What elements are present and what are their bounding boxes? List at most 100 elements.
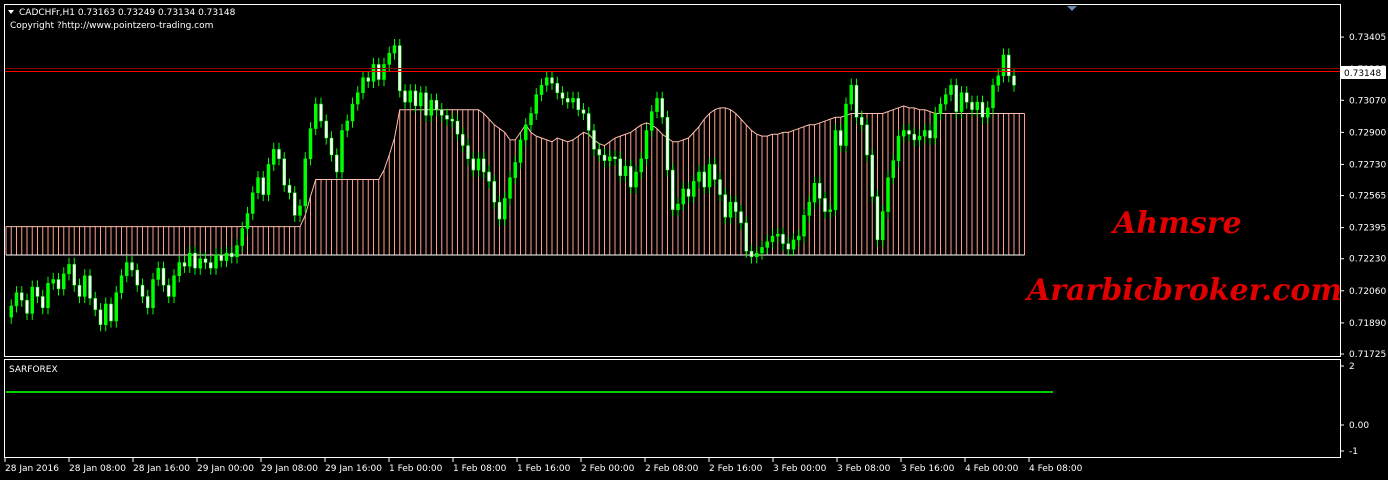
x-tick-label: 28 Jan 2016 [5, 464, 59, 474]
x-tick-label: 29 Jan 00:00 [197, 464, 254, 474]
candle-body [933, 113, 937, 139]
candle-body [419, 92, 423, 107]
candle-body [298, 205, 302, 216]
candle-body [188, 252, 192, 267]
candle-body [450, 118, 454, 122]
x-tick-label: 4 Feb 08:00 [1029, 464, 1083, 474]
candle-body [917, 135, 922, 141]
candle-body [576, 98, 580, 110]
candle-body [182, 262, 187, 267]
candle-body [508, 177, 512, 199]
candle-body [172, 275, 176, 297]
y-tick-label: 0.71725 [1349, 350, 1386, 360]
candle-body [781, 233, 785, 244]
candle-body [104, 303, 108, 326]
candle-body [797, 235, 801, 241]
indicator-axis: 2 0.00 -1 [1340, 362, 1369, 457]
y-tick-label: 0.72230 [1349, 255, 1386, 265]
candle-body [860, 117, 864, 126]
candle-body [497, 201, 502, 220]
candle-body [282, 158, 286, 186]
candle-body [618, 158, 622, 176]
x-tick-label: 1 Feb 08:00 [453, 464, 507, 474]
candle-body [371, 64, 376, 82]
current-price-label: 0.73148 [1344, 69, 1381, 79]
dropdown-triangle-icon[interactable] [8, 10, 14, 14]
candle-body [455, 120, 460, 135]
candle-body [140, 284, 145, 297]
x-tick-label: 2 Feb 08:00 [645, 464, 699, 474]
copyright-line: Copyright ?http://www.pointzero-trading.… [10, 21, 213, 31]
candle-body [634, 171, 638, 188]
candle-body [293, 192, 297, 216]
candle-body [854, 84, 859, 118]
candle-body [434, 100, 439, 110]
candle-body [639, 158, 643, 173]
candle-body [959, 92, 964, 112]
candle-body [802, 215, 806, 237]
chart-canvas: CADCHFr,H1 0.73163 0.73249 0.73134 0.731… [4, 4, 1386, 474]
candle-body [818, 183, 822, 199]
candle-body [844, 103, 848, 146]
candles [9, 38, 1016, 332]
candle-body [219, 254, 223, 261]
candle-body [592, 130, 596, 150]
candle-body [587, 113, 591, 131]
x-tick-label: 3 Feb 08:00 [837, 464, 891, 474]
x-tick-label: 28 Jan 16:00 [133, 464, 190, 474]
y-tick-label: 0.71890 [1349, 319, 1386, 329]
x-axis: 28 Jan 2016 28 Jan 08:00 28 Jan 16:00 29 Ja… [4, 458, 1083, 474]
candle-body [891, 160, 895, 178]
candle-body [466, 145, 470, 160]
candle-body [461, 133, 465, 146]
candle-body [849, 84, 853, 105]
candle-body [765, 241, 769, 248]
candle-body [744, 222, 748, 252]
candle-body [146, 296, 150, 309]
candle-body [665, 117, 670, 171]
candle-body [776, 233, 780, 237]
candle-body [98, 309, 103, 326]
candle-body [938, 103, 943, 114]
candle-body [408, 90, 412, 103]
candle-body [303, 158, 307, 207]
x-tick-label: 28 Jan 08:00 [69, 464, 126, 474]
candle-body [839, 130, 843, 146]
candle-body [392, 45, 397, 54]
indicator-plot-frame [4, 359, 1341, 458]
candle-body [539, 84, 544, 95]
candle-body [366, 77, 370, 82]
candle-body [597, 149, 601, 156]
candle-body [907, 130, 911, 135]
candle-body [608, 156, 612, 161]
candle-body [308, 128, 313, 160]
x-tick-label: 2 Feb 00:00 [581, 464, 635, 474]
candle-body [492, 181, 496, 203]
candle-body [970, 101, 974, 110]
candle-body [335, 154, 339, 173]
candle-body [812, 183, 817, 203]
candle-body [870, 154, 874, 197]
candle-body [923, 130, 927, 137]
candle-body [503, 198, 507, 220]
candle-body [965, 92, 969, 103]
candle-body [912, 133, 916, 141]
watermark-line-2: Ararbicbroker.com [1024, 273, 1342, 308]
candle-body [613, 156, 617, 160]
candle-body [602, 154, 607, 161]
candle-body [807, 201, 811, 216]
symbol-line: CADCHFr,H1 0.73163 0.73249 0.73134 0.731… [19, 8, 236, 18]
candle-body [566, 98, 570, 103]
candle-body [83, 275, 87, 297]
candle-body [487, 171, 491, 182]
candle-body [713, 164, 717, 180]
candle-body [676, 203, 680, 210]
candle-body [340, 130, 344, 173]
chart-shift-marker-icon[interactable] [1067, 6, 1077, 11]
candle-body [356, 92, 360, 105]
indicator-tick-label: -1 [1349, 447, 1358, 457]
candle-body [413, 90, 418, 107]
candle-body [62, 273, 66, 290]
candle-body [1007, 54, 1011, 77]
candle-body [828, 209, 832, 212]
